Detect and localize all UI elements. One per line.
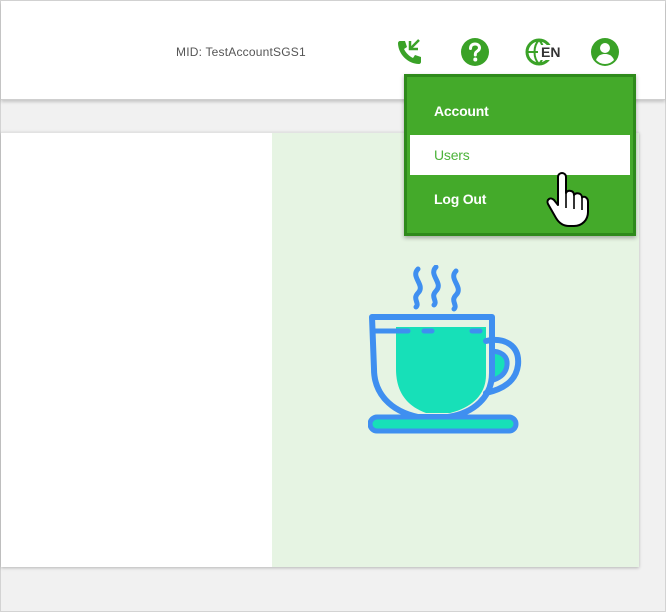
menu-item-users[interactable]: Users xyxy=(410,135,630,175)
coffee-cup-icon xyxy=(368,265,522,434)
merchant-id-label: MID: TestAccountSGS1 xyxy=(176,45,306,59)
menu-item-label: Log Out xyxy=(434,191,487,207)
language-icon[interactable]: EN xyxy=(524,36,564,68)
user-menu-dropdown: Account Users Log Out xyxy=(404,74,636,236)
menu-item-log-out[interactable]: Log Out xyxy=(410,179,630,219)
menu-item-label: Users xyxy=(434,147,470,163)
hand-pointer-cursor-icon xyxy=(546,172,589,227)
user-account-icon[interactable] xyxy=(589,36,621,68)
language-code: EN xyxy=(541,44,561,60)
help-icon[interactable] xyxy=(459,36,491,68)
phone-icon[interactable] xyxy=(394,36,426,68)
menu-item-account[interactable]: Account xyxy=(410,91,630,131)
menu-item-label: Account xyxy=(434,103,489,119)
